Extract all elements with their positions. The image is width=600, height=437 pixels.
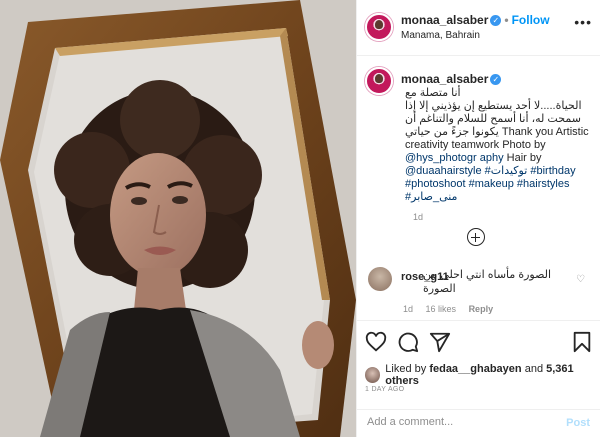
post-side-panel: monaa_alsaber ✓ • Follow Manama, Bahrain ••…: [356, 0, 600, 437]
commenter-avatar[interactable]: [368, 267, 392, 291]
add-comment-bar: Post: [357, 409, 600, 437]
share-paper-plane-icon[interactable]: [429, 331, 451, 353]
liked-by-and: and: [524, 363, 544, 375]
caption-line: الحياة.....لا أحد يستطيع إن يؤذيني إلا إ…: [405, 100, 582, 112]
mention-photographer[interactable]: @hys_photogr aphy: [405, 152, 504, 164]
load-more-comments-icon[interactable]: [467, 228, 485, 246]
caption-text: أنا متصلة مع الحياة.....لا أحد يستطيع إن…: [405, 87, 600, 204]
caption-fragment: Hair by: [503, 152, 542, 164]
comment-like-heart-icon[interactable]: ♡: [576, 274, 585, 285]
caption-english-fragment: Thank you Artistic: [498, 126, 589, 138]
comment-meta: 1d 16 likes Reply: [403, 304, 503, 314]
caption-author-username[interactable]: monaa_alsaber: [401, 72, 488, 86]
like-heart-icon[interactable]: [365, 331, 387, 353]
comment-item: rose_g11 الصورة مأساه انتي احلى من الصور…: [365, 264, 595, 319]
mention-hairstylist[interactable]: @duaahairstyle: [405, 165, 482, 177]
caption-line: يكونوا جزءً من حياتي Thank you Artistic: [405, 126, 600, 139]
comments-section[interactable]: monaa_alsaber ✓ أنا متصلة مع الحياة.....ل…: [357, 57, 600, 319]
caption-arabic-fragment: يكونوا جزءً من حياتي: [405, 126, 499, 138]
liked-by-row: Liked by fedaa__ghabayen and 5,361 other…: [365, 363, 600, 387]
author-username[interactable]: monaa_alsaber: [401, 13, 488, 27]
post-location[interactable]: Manama, Bahrain: [401, 30, 480, 41]
liked-by-text: Liked by fedaa__ghabayen and 5,361 other…: [385, 363, 600, 387]
hashtag-line[interactable]: #منى_صابر: [405, 191, 600, 204]
separator-dot: •: [504, 13, 509, 27]
more-options-icon[interactable]: •••: [574, 14, 592, 30]
hashtag-line[interactable]: #photoshoot #makeup #hairstyles: [405, 178, 600, 191]
liker-avatar[interactable]: [365, 367, 381, 383]
post-photo[interactable]: [0, 0, 356, 437]
caption-verified-badge-icon: ✓: [490, 74, 502, 85]
post-comment-button[interactable]: Post: [566, 417, 590, 429]
caption-line: @hys_photogr aphy Hair by: [405, 152, 600, 165]
post-actions: Liked by fedaa__ghabayen and 5,361 other…: [357, 320, 600, 417]
caption-line: أنا متصلة مع: [405, 87, 461, 99]
action-icons-row: [365, 331, 592, 355]
woman-in-frame-photo: [0, 0, 356, 437]
caption-author-avatar[interactable]: [365, 67, 393, 95]
liked-by-prefix: Liked by: [385, 363, 427, 375]
save-bookmark-icon[interactable]: [572, 331, 592, 353]
caption-author: monaa_alsaber ✓: [401, 72, 597, 86]
follow-button[interactable]: Follow: [512, 13, 550, 27]
post-header: monaa_alsaber ✓ • Follow Manama, Bahrain ••…: [357, 0, 600, 56]
hashtag-link[interactable]: #birthday: [527, 165, 575, 177]
comment-likes[interactable]: 16 likes: [426, 304, 457, 314]
author-header: monaa_alsaber ✓ • Follow: [401, 13, 550, 27]
post-age[interactable]: 1 DAY AGO: [365, 386, 404, 393]
comment-time: 1d: [403, 304, 414, 314]
author-avatar[interactable]: [365, 13, 393, 41]
comment-text: الصورة مأساه انتي احلى من الصورة: [423, 269, 552, 295]
caption-timestamp: 1d: [413, 212, 424, 222]
verified-badge-icon: ✓: [490, 15, 502, 26]
reply-button[interactable]: Reply: [469, 304, 494, 314]
add-comment-input[interactable]: [367, 416, 557, 428]
liker-username[interactable]: fedaa__ghabayen: [429, 363, 521, 375]
caption-line: creativity teamwork Photo by: [405, 139, 546, 151]
caption-line: @duaahairstyle #توكيدات #birthday: [405, 165, 600, 178]
hashtag-link[interactable]: #توكيدات: [482, 165, 528, 177]
caption-line: سمحت له، أنا أسمح للسلام والتناغم أن: [405, 113, 581, 125]
comment-bubble-icon[interactable]: [397, 331, 419, 353]
